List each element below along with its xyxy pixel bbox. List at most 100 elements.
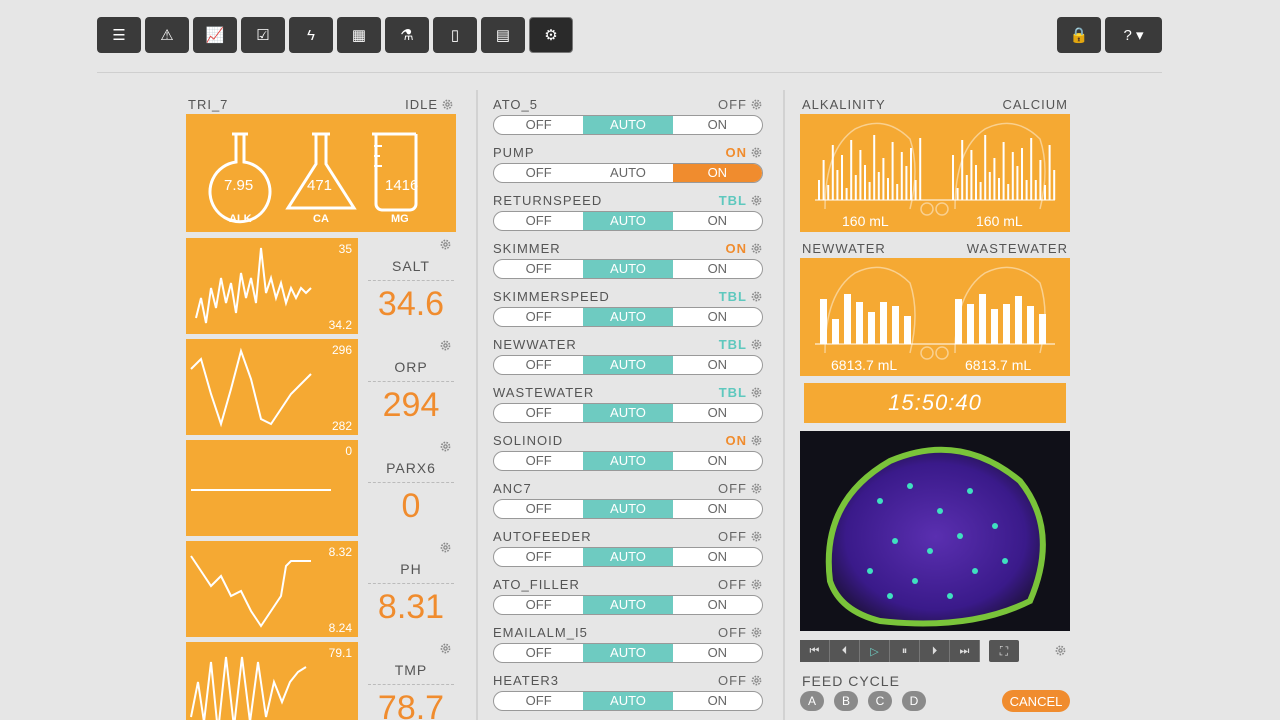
help-dropdown-button[interactable]: ? ▾ xyxy=(1105,17,1162,53)
mode-off-button[interactable]: OFF xyxy=(494,116,583,134)
mode-on-button[interactable]: ON xyxy=(673,116,762,134)
mode-off-button[interactable]: OFF xyxy=(494,356,583,374)
mode-on-button[interactable]: ON xyxy=(673,308,762,326)
mode-on-button[interactable]: ON xyxy=(673,356,762,374)
mode-auto-button[interactable]: AUTO xyxy=(583,500,673,518)
gear-icon[interactable] xyxy=(439,642,452,655)
sensor-chart-parx6[interactable]: 0 xyxy=(186,440,358,536)
mode-on-button[interactable]: ON xyxy=(673,596,762,614)
mode-auto-button[interactable]: AUTO xyxy=(583,404,673,422)
mode-off-button[interactable]: OFF xyxy=(494,548,583,566)
clipboard-button[interactable]: ▤ xyxy=(481,17,525,53)
mode-auto-button[interactable]: AUTO xyxy=(583,356,673,374)
mode-on-button[interactable]: ON xyxy=(673,692,762,710)
fullscreen-button[interactable]: ⛶ xyxy=(989,640,1019,662)
mode-off-button[interactable]: OFF xyxy=(494,692,583,710)
gear-icon[interactable] xyxy=(750,578,763,591)
water-change-chart[interactable]: 6813.7 mL 6813.7 mL xyxy=(800,258,1070,376)
gear-icon[interactable] xyxy=(439,541,452,554)
cancel-feed-button[interactable]: CANCEL xyxy=(1002,690,1070,712)
mode-off-button[interactable]: OFF xyxy=(494,644,583,662)
mode-auto-button[interactable]: AUTO xyxy=(583,692,673,710)
gear-icon[interactable] xyxy=(750,338,763,351)
list-button[interactable]: ☰ xyxy=(97,17,141,53)
checklist-button[interactable]: ☑ xyxy=(241,17,285,53)
gear-icon[interactable] xyxy=(750,434,763,447)
mode-on-button[interactable]: ON xyxy=(673,260,762,278)
step-forward-button[interactable]: ⏵ xyxy=(920,640,950,662)
outlet-skimmer: SKIMMER ON OFF AUTO ON xyxy=(493,240,763,279)
gear-icon[interactable] xyxy=(1054,644,1067,657)
warning-button[interactable]: ⚠ xyxy=(145,17,189,53)
mode-on-button[interactable]: ON xyxy=(673,212,762,230)
feed-b-button[interactable]: B xyxy=(834,691,858,711)
gear-icon[interactable] xyxy=(439,440,452,453)
mode-on-button[interactable]: ON xyxy=(672,164,762,182)
flask-button[interactable]: ⚗ xyxy=(385,17,429,53)
feed-c-button[interactable]: C xyxy=(868,691,892,711)
sensor-chart-salt[interactable]: 35 34.2 xyxy=(186,238,358,334)
gear-icon[interactable] xyxy=(750,674,763,687)
mode-off-button[interactable]: OFF xyxy=(494,596,583,614)
mode-auto-button[interactable]: AUTO xyxy=(583,452,673,470)
gear-icon[interactable] xyxy=(750,386,763,399)
outlet-state: TBL xyxy=(718,337,747,352)
gear-icon[interactable] xyxy=(750,626,763,639)
mode-off-button[interactable]: OFF xyxy=(494,164,583,182)
step-back-button[interactable]: ⏴ xyxy=(830,640,860,662)
mode-auto-button[interactable]: AUTO xyxy=(583,260,673,278)
mode-auto-button[interactable]: AUTO xyxy=(583,548,673,566)
feed-a-button[interactable]: A xyxy=(800,691,824,711)
mode-on-button[interactable]: ON xyxy=(673,644,762,662)
mode-auto-button[interactable]: AUTO xyxy=(583,116,673,134)
lightning-button[interactable]: ϟ xyxy=(289,17,333,53)
lock-button[interactable]: 🔒 xyxy=(1057,17,1101,53)
dose-bar xyxy=(904,316,911,344)
mode-auto-button[interactable]: AUTO xyxy=(583,164,672,182)
gear-icon[interactable] xyxy=(750,242,763,255)
chart-button[interactable]: 📈 xyxy=(193,17,237,53)
outlet-mode-selector: OFF AUTO ON xyxy=(493,643,763,663)
newwater-ml: 6813.7 mL xyxy=(831,357,898,373)
play-button[interactable]: ▷ xyxy=(860,640,890,662)
pause-button[interactable]: ⏸ xyxy=(890,640,920,662)
skip-back-button[interactable]: ⏮ xyxy=(800,640,830,662)
gear-icon[interactable] xyxy=(750,98,763,111)
coral-camera-feed[interactable] xyxy=(800,431,1070,631)
gears-button[interactable]: ⚙ xyxy=(529,17,573,53)
mode-off-button[interactable]: OFF xyxy=(494,404,583,422)
trident-panel[interactable]: 7.95 471 1416 ALK CA MG xyxy=(186,114,456,232)
mode-auto-button[interactable]: AUTO xyxy=(583,308,673,326)
mode-off-button[interactable]: OFF xyxy=(494,308,583,326)
mode-on-button[interactable]: ON xyxy=(673,452,762,470)
mode-off-button[interactable]: OFF xyxy=(494,452,583,470)
mode-on-button[interactable]: ON xyxy=(673,548,762,566)
outlet-mode-selector: OFF AUTO ON xyxy=(493,691,763,711)
gear-icon[interactable] xyxy=(439,339,452,352)
mode-auto-button[interactable]: AUTO xyxy=(583,596,673,614)
gear-icon[interactable] xyxy=(750,530,763,543)
mode-auto-button[interactable]: AUTO xyxy=(583,644,673,662)
gear-icon[interactable] xyxy=(750,146,763,159)
mode-auto-button[interactable]: AUTO xyxy=(583,212,673,230)
mode-on-button[interactable]: ON xyxy=(673,404,762,422)
sensor-chart-ph[interactable]: 8.32 8.24 xyxy=(186,541,358,637)
mode-on-button[interactable]: ON xyxy=(673,500,762,518)
feed-d-button[interactable]: D xyxy=(902,691,926,711)
calendar-button[interactable]: ▦ xyxy=(337,17,381,53)
gear-icon[interactable] xyxy=(441,98,454,111)
file-button[interactable]: ▯ xyxy=(433,17,477,53)
gear-icon[interactable] xyxy=(750,194,763,207)
skip-forward-button[interactable]: ⏭ xyxy=(950,640,980,662)
sensor-chart-tmp[interactable]: 79.1 xyxy=(186,642,358,720)
mode-off-button[interactable]: OFF xyxy=(494,212,583,230)
gear-icon[interactable] xyxy=(439,238,452,251)
outlet-name: SOLINOID xyxy=(493,433,564,448)
mode-off-button[interactable]: OFF xyxy=(494,260,583,278)
mode-off-button[interactable]: OFF xyxy=(494,500,583,518)
gear-icon[interactable] xyxy=(750,482,763,495)
alk-ca-dosing-chart[interactable]: 160 mL 160 mL xyxy=(800,114,1070,232)
dose-bar xyxy=(1030,138,1033,200)
gear-icon[interactable] xyxy=(750,290,763,303)
sensor-chart-orp[interactable]: 296 282 xyxy=(186,339,358,435)
